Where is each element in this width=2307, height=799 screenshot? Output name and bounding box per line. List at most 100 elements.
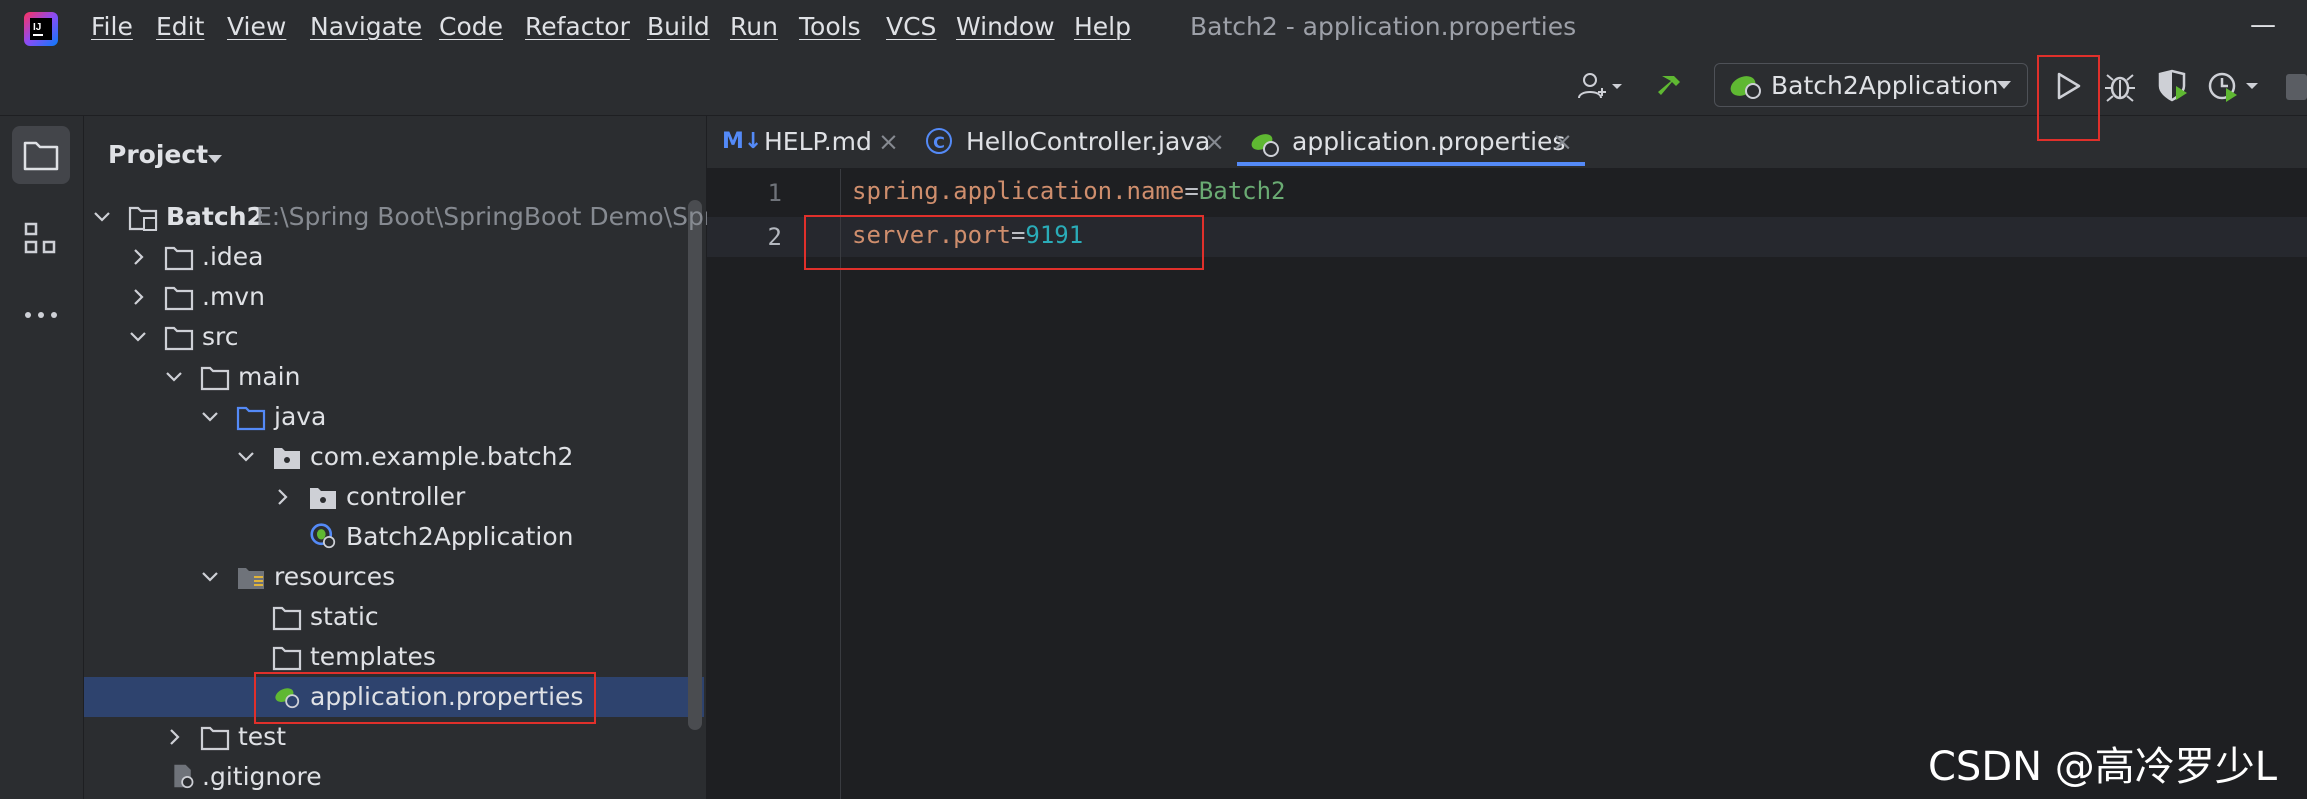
tree-item-java[interactable]: java	[84, 397, 704, 437]
tree-item-package[interactable]: com.example.batch2	[84, 437, 704, 477]
tab-label: HELP.md	[764, 127, 872, 156]
menu-navigate[interactable]: Navigate	[310, 12, 422, 41]
property-separator: =	[1184, 177, 1199, 205]
project-path: E:\Spring Boot\SpringBoot Demo\Sprin	[256, 202, 737, 231]
menu-refactor[interactable]: Refactor	[525, 12, 630, 41]
tree-label: .idea	[202, 242, 264, 271]
build-hammer-icon[interactable]	[1656, 70, 1690, 102]
tree-label: Batch2	[166, 202, 264, 231]
tree-label: static	[310, 602, 379, 631]
structure-tool-button[interactable]	[22, 220, 60, 258]
tree-label: .mvn	[202, 282, 265, 311]
tree-label: src	[202, 322, 239, 351]
svg-text:IJ: IJ	[33, 22, 41, 33]
tree-item-resources[interactable]: resources	[84, 557, 704, 597]
folder-icon	[164, 246, 194, 271]
folder-icon	[164, 326, 194, 351]
tab-help-md[interactable]: M↓ HELP.md ×	[722, 116, 912, 168]
menu-view[interactable]: View	[227, 12, 286, 41]
chevron-down-icon	[208, 155, 222, 163]
debug-button[interactable]	[2102, 68, 2138, 104]
folder-icon	[164, 286, 194, 311]
tab-application-properties[interactable]: application.properties ×	[1250, 116, 1590, 168]
tree-item-main[interactable]: main	[84, 357, 704, 397]
folder-icon	[23, 141, 59, 171]
tab-label: application.properties	[1292, 127, 1566, 156]
menu-vcs[interactable]: VCS	[886, 12, 936, 41]
menu-build[interactable]: Build	[647, 12, 710, 41]
chevron-down-icon	[238, 452, 254, 462]
folder-icon	[200, 726, 230, 751]
tree-item-batch2[interactable]: Batch2 E:\Spring Boot\SpringBoot Demo\Sp…	[84, 197, 737, 237]
coverage-button[interactable]	[2154, 68, 2190, 104]
profile-button[interactable]	[2206, 68, 2264, 104]
chevron-down-icon	[202, 572, 218, 582]
line-number: 2	[767, 223, 782, 251]
chevron-right-icon	[134, 289, 144, 305]
menu-edit[interactable]: Edit	[156, 12, 204, 41]
menu-code[interactable]: Code	[439, 12, 503, 41]
chevron-down-icon	[1997, 81, 2011, 89]
code-line-1[interactable]: spring.application.name=Batch2	[852, 177, 1286, 205]
menu-window[interactable]: Window	[956, 12, 1055, 41]
tree-item-batch2application[interactable]: Batch2Application	[84, 517, 704, 557]
tree-item-gitignore[interactable]: .gitignore	[84, 757, 704, 797]
package-icon	[274, 448, 300, 469]
menu-file[interactable]: File	[91, 12, 133, 41]
property-key: spring.application.name	[852, 177, 1185, 205]
menu-run[interactable]: Run	[730, 12, 778, 41]
tree-label: java	[274, 402, 327, 431]
minimize-button[interactable]: —	[2250, 10, 2276, 40]
tree-item-static[interactable]: static	[84, 597, 704, 637]
close-tab-icon[interactable]: ×	[878, 116, 899, 168]
project-tool-button[interactable]	[12, 126, 70, 184]
tab-hello-controller[interactable]: C HelloController.java ×	[926, 116, 1226, 168]
menu-tools[interactable]: Tools	[799, 12, 861, 41]
server-port-highlight-box	[804, 215, 1204, 270]
module-folder-icon	[128, 206, 158, 231]
chevron-down-icon	[94, 212, 110, 222]
folder-icon	[200, 366, 230, 391]
chevron-right-icon	[134, 249, 144, 265]
project-view-selector[interactable]: Project	[108, 140, 238, 176]
bug-icon	[2105, 74, 2135, 102]
chevron-down-icon	[202, 412, 218, 422]
structure-icon	[24, 222, 56, 254]
watermark-text: CSDN @高冷罗少L	[1928, 744, 2278, 790]
folder-icon	[272, 646, 302, 671]
tree-label: controller	[346, 482, 466, 511]
tree-label: Batch2Application	[346, 522, 574, 551]
tree-label: templates	[310, 642, 436, 671]
spring-boot-class-icon	[310, 523, 336, 549]
tree-item-templates[interactable]: templates	[84, 637, 704, 677]
close-tab-icon[interactable]: ×	[1204, 116, 1225, 168]
tree-item-controller[interactable]: controller	[84, 477, 704, 517]
line-number: 1	[767, 179, 782, 207]
run-configuration-selector[interactable]: Batch2Application	[1714, 63, 2028, 107]
chevron-right-icon	[170, 729, 180, 745]
tree-item-idea[interactable]: .idea	[84, 237, 704, 277]
close-tab-icon[interactable]: ×	[1552, 116, 1573, 168]
run-button-highlight-box	[2037, 55, 2100, 141]
source-folder-icon	[236, 406, 266, 431]
resources-folder-icon	[238, 568, 264, 589]
tree-label: com.example.batch2	[310, 442, 574, 471]
tree-item-mvn[interactable]: .mvn	[84, 277, 704, 317]
chevron-down-icon	[166, 372, 182, 382]
tree-label: .gitignore	[202, 762, 322, 791]
tab-label: HelloController.java	[966, 127, 1211, 156]
spring-boot-icon	[1730, 76, 1761, 99]
ignore-file-icon	[174, 764, 194, 789]
active-tab-indicator	[1237, 162, 1585, 166]
tree-label: main	[238, 362, 301, 391]
add-user-icon[interactable]	[1574, 70, 1624, 102]
more-toolbar-icon[interactable]	[2286, 74, 2307, 100]
more-tool-windows-icon[interactable]	[22, 300, 60, 330]
shield-icon	[2158, 69, 2187, 102]
folder-icon	[272, 606, 302, 631]
menu-help[interactable]: Help	[1074, 12, 1131, 41]
tree-label: resources	[274, 562, 396, 591]
tree-item-src[interactable]: src	[84, 317, 704, 357]
app-logo-icon[interactable]: IJ	[24, 12, 58, 46]
property-value: Batch2	[1198, 177, 1286, 205]
